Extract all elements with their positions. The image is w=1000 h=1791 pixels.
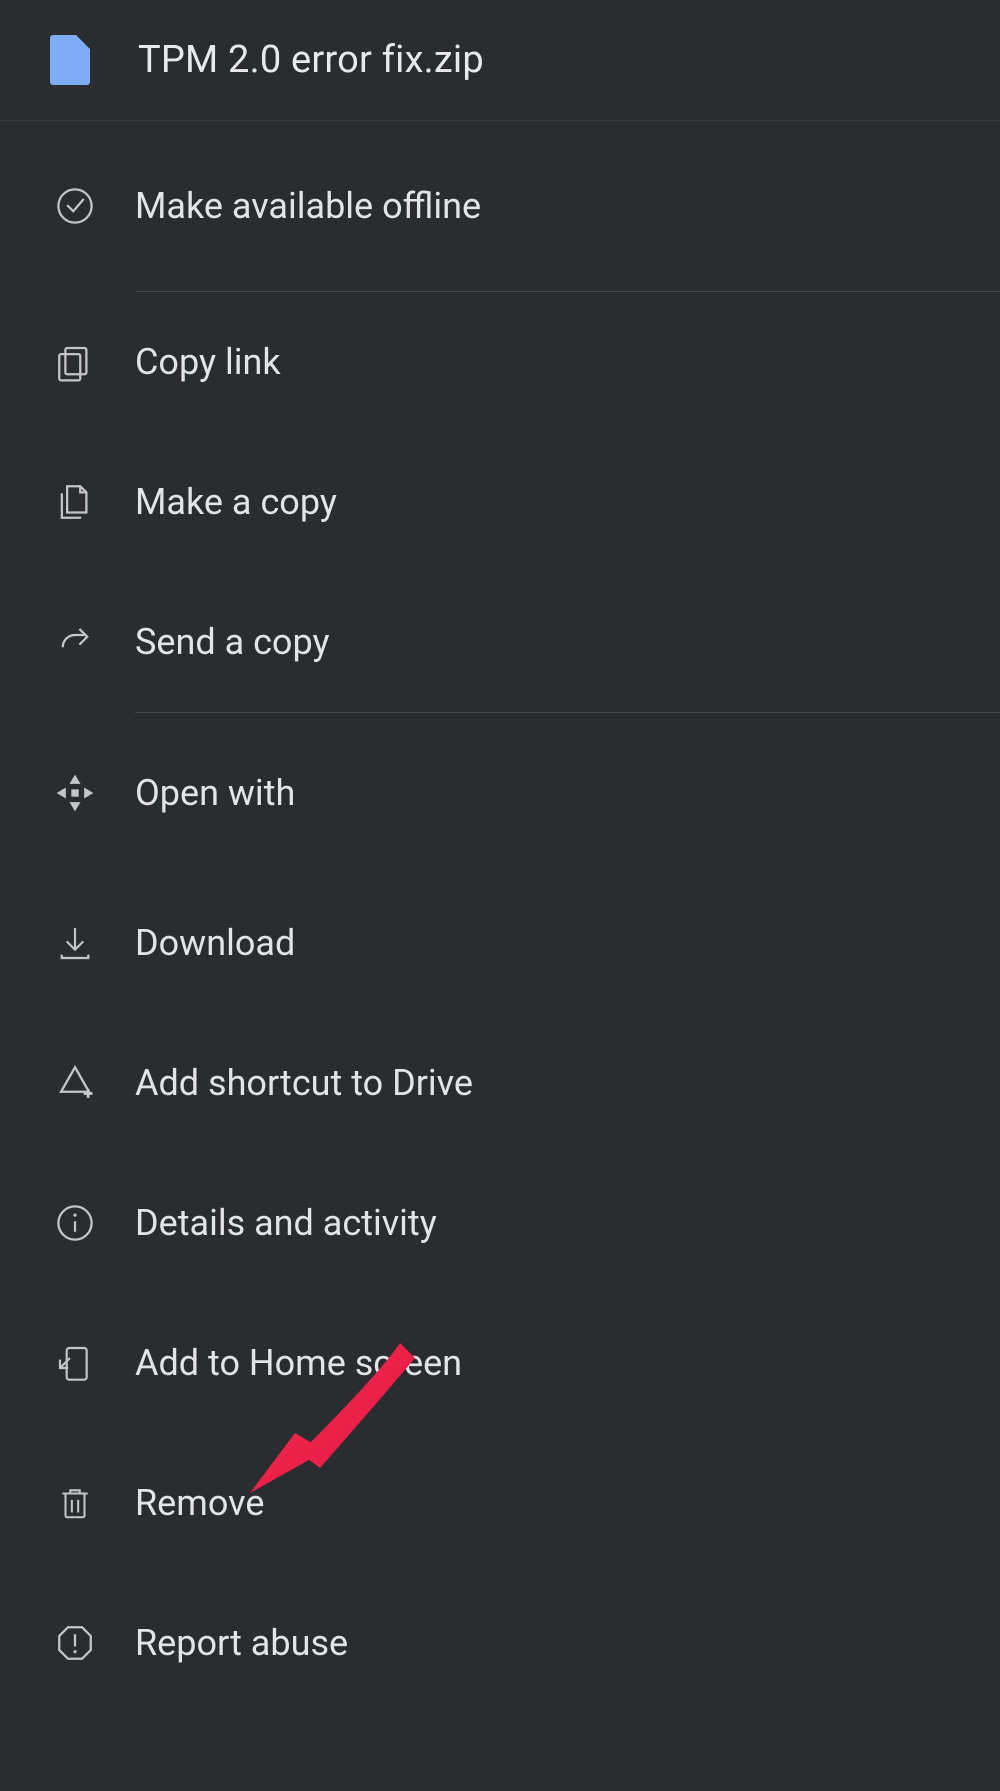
download-icon	[50, 918, 100, 968]
add-to-home-screen-icon	[50, 1338, 100, 1388]
menu-report-abuse[interactable]: Report abuse	[0, 1573, 1000, 1713]
menu-label: Details and activity	[135, 1202, 437, 1244]
send-a-copy-icon	[50, 617, 100, 667]
menu-label: Make a copy	[135, 481, 337, 523]
menu-label: Add to Home screen	[135, 1342, 462, 1384]
menu-label: Add shortcut to Drive	[135, 1062, 473, 1104]
file-icon	[50, 35, 90, 85]
info-icon	[50, 1198, 100, 1248]
file-actions-sheet: TPM 2.0 error fix.zip Make available off…	[0, 0, 1000, 1713]
offline-icon	[50, 181, 100, 231]
report-abuse-icon	[50, 1618, 100, 1668]
make-a-copy-icon	[50, 477, 100, 527]
menu-label: Open with	[135, 772, 295, 814]
menu-download[interactable]: Download	[0, 873, 1000, 1013]
menu-open-with[interactable]: Open with	[0, 713, 1000, 873]
menu-details-and-activity[interactable]: Details and activity	[0, 1153, 1000, 1293]
menu-label: Remove	[135, 1482, 264, 1524]
menu-label: Report abuse	[135, 1622, 348, 1664]
menu-make-a-copy[interactable]: Make a copy	[0, 432, 1000, 572]
trash-icon	[50, 1478, 100, 1528]
open-with-icon	[50, 768, 100, 818]
menu-add-to-home-screen[interactable]: Add to Home screen	[0, 1293, 1000, 1433]
menu-copy-link[interactable]: Copy link	[0, 292, 1000, 432]
menu-add-shortcut-to-drive[interactable]: Add shortcut to Drive	[0, 1013, 1000, 1153]
file-name: TPM 2.0 error fix.zip	[138, 38, 484, 82]
menu-label: Send a copy	[135, 621, 330, 663]
file-header: TPM 2.0 error fix.zip	[0, 0, 1000, 121]
menu-remove[interactable]: Remove	[0, 1433, 1000, 1573]
menu-send-a-copy[interactable]: Send a copy	[0, 572, 1000, 712]
menu-label: Make available offline	[135, 185, 481, 227]
menu-label: Copy link	[135, 341, 281, 383]
add-shortcut-to-drive-icon	[50, 1058, 100, 1108]
menu-make-available-offline[interactable]: Make available offline	[0, 121, 1000, 291]
copy-link-icon	[50, 337, 100, 387]
menu-label: Download	[135, 922, 295, 964]
